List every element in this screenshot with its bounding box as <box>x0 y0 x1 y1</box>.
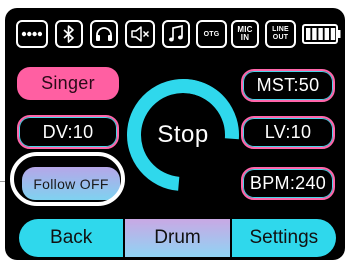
lv-button-label: LV:10 <box>264 122 312 142</box>
line-out-indicator[interactable]: LINE OUT <box>265 20 296 48</box>
settings-button[interactable]: Settings <box>231 219 336 257</box>
more-icon[interactable] <box>16 20 48 48</box>
dv-button[interactable]: DV:10 <box>17 115 119 149</box>
mst-button-label: MST:50 <box>256 75 320 95</box>
mic-in-indicator[interactable]: MIC IN <box>231 20 259 48</box>
settings-button-label: Settings <box>249 227 319 248</box>
bluetooth-icon[interactable] <box>55 20 83 48</box>
battery-bar <box>318 28 323 40</box>
otg-indicator[interactable]: OTG <box>196 20 227 48</box>
bottom-nav-bar: Back Drum Settings <box>19 219 336 257</box>
battery-bar <box>324 28 329 40</box>
dv-button-label: DV:10 <box>42 121 94 142</box>
headphones-icon[interactable] <box>90 20 118 48</box>
battery-icon <box>302 24 341 44</box>
stop-label: Stop <box>157 121 209 148</box>
mst-button[interactable]: MST:50 <box>241 69 335 102</box>
drum-button-label: Drum <box>154 227 201 248</box>
drum-button[interactable]: Drum <box>123 219 232 257</box>
mic-in-label: MIC IN <box>237 25 253 42</box>
singer-button[interactable]: Singer <box>17 67 119 100</box>
bpm-button-label: BPM:240 <box>249 173 327 193</box>
follow-button[interactable]: Follow OFF <box>22 167 120 200</box>
battery-bar <box>330 28 336 40</box>
line-out-label: LINE OUT <box>272 26 289 41</box>
back-button[interactable]: Back <box>19 219 124 257</box>
bpm-button[interactable]: BPM:240 <box>241 167 335 200</box>
stop-button[interactable]: Stop <box>125 77 241 193</box>
device-screen: OTG MIC IN LINE OUT Singer DV:10 Follow … <box>5 8 345 260</box>
otg-label: OTG <box>203 30 220 38</box>
battery-bar <box>306 28 311 40</box>
battery-level-bars <box>306 28 336 40</box>
mute-icon[interactable] <box>125 20 155 48</box>
follow-button-label: Follow OFF <box>33 175 109 192</box>
lv-button[interactable]: LV:10 <box>241 116 335 149</box>
singer-button-label: Singer <box>41 73 95 93</box>
music-note-icon[interactable] <box>162 20 190 48</box>
back-button-label: Back <box>50 227 93 248</box>
battery-bar <box>312 28 317 40</box>
